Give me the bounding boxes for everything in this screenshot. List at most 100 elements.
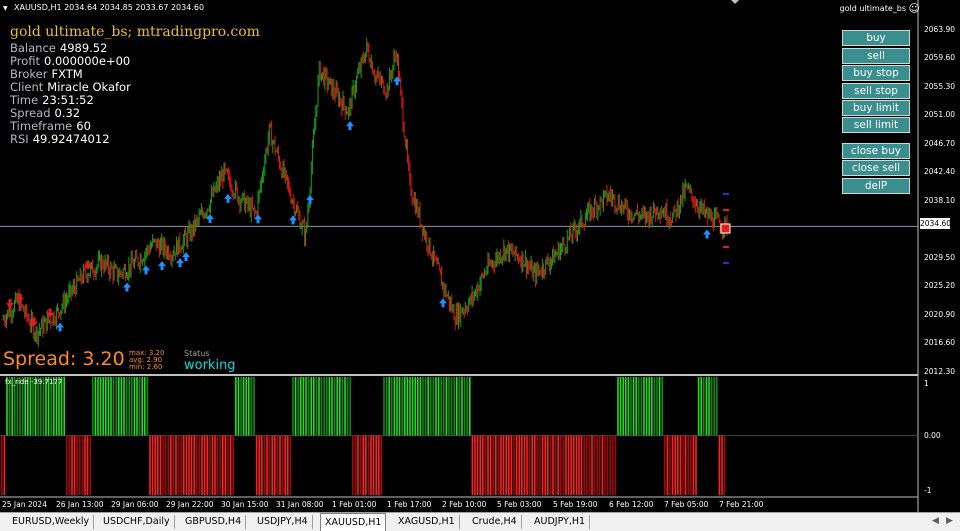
indicator-bar — [315, 377, 318, 436]
indicator-bar — [674, 435, 676, 495]
indicator-bar — [144, 377, 146, 436]
indicator-bar — [658, 377, 661, 436]
indicator-bar — [461, 377, 463, 436]
indicator-bar — [479, 435, 481, 495]
buy-stop-button[interactable]: buy stop — [842, 65, 910, 81]
indicator-bar — [157, 435, 159, 495]
indicator-bar — [526, 435, 528, 495]
indicator-bar — [133, 377, 136, 436]
indicator-bar — [614, 435, 617, 495]
indicator-bar — [599, 435, 601, 495]
indicator-bar — [305, 377, 307, 436]
date-tick: 1 Feb 01:00 — [332, 500, 377, 509]
indicator-bar — [541, 435, 544, 495]
date-tick: 31 Jan 08:00 — [276, 500, 324, 509]
date-tick: 29 Jan 06:00 — [111, 500, 159, 509]
indicator-bar — [534, 435, 536, 495]
indicator-bar — [81, 435, 84, 495]
date-tick: 7 Feb 05:00 — [664, 500, 709, 509]
indicator-bar — [237, 377, 240, 436]
indicator-bar — [656, 377, 658, 436]
buy-button[interactable]: buy — [842, 30, 910, 46]
indicator-bar — [393, 377, 396, 436]
indicator-bar — [417, 377, 419, 436]
tab-eurusd-weekly[interactable]: EURUSD,Weekly — [8, 515, 95, 529]
indicator-bar — [409, 377, 411, 436]
tab-scroll-left-icon[interactable]: ◀ — [932, 516, 939, 526]
status-value: working — [184, 358, 236, 373]
indicator-bar — [248, 377, 250, 436]
indicator-bar — [450, 377, 453, 436]
indicator-bar — [3, 435, 6, 495]
buy-arrow-icon — [306, 195, 314, 205]
indicator-bar — [682, 435, 684, 495]
price-tick: 2042.40 — [924, 167, 956, 176]
indicator-bar — [716, 377, 718, 436]
price-tick: 2059.60 — [924, 53, 956, 62]
indicator-bar — [289, 435, 292, 495]
signal-arrows-layer — [6, 76, 711, 332]
indicator-bar — [349, 377, 351, 436]
indicator-bar — [276, 435, 279, 495]
indicator-bar — [588, 435, 591, 495]
indicator-bar — [414, 377, 416, 436]
tab-xauusd-h1[interactable]: XAUUSD,H1 — [320, 513, 387, 531]
indicator-bar — [695, 435, 697, 495]
indicator-bar — [97, 377, 99, 436]
indicator-bar — [224, 435, 227, 495]
chart-canvas[interactable] — [0, 0, 960, 512]
tab-scroll-right-icon[interactable]: ▶ — [946, 516, 953, 526]
delp-button[interactable]: delP — [842, 178, 910, 194]
tab-xagusd-h1[interactable]: XAGUSD,H1 — [394, 515, 460, 529]
indicator-bar — [445, 377, 448, 436]
indicator-bar — [645, 377, 648, 436]
indicator-bar — [505, 435, 507, 495]
chart-shift-marker-icon[interactable] — [731, 0, 739, 4]
smiley-icon[interactable]: ☺ — [909, 2, 920, 15]
indicator-bar — [544, 435, 546, 495]
tab-usdjpy-h4[interactable]: USDJPY,H4 — [253, 515, 313, 529]
status-label: Status — [184, 349, 210, 358]
sell-button[interactable]: sell — [842, 48, 910, 64]
indicator-bar — [666, 435, 669, 495]
indicator-bar — [458, 377, 461, 436]
indicator-bar — [99, 377, 102, 436]
tab-usdchf-daily[interactable]: USDCHF,Daily — [99, 515, 175, 529]
indicator-bar — [391, 377, 393, 436]
indicator-bar — [406, 377, 409, 436]
spread-min: min: 2.60 — [129, 363, 163, 371]
indicator-bar — [292, 377, 294, 436]
date-tick: 26 Jan 13:00 — [56, 500, 104, 509]
buy-limit-button[interactable]: buy limit — [842, 100, 910, 116]
indicator-bar — [367, 435, 370, 495]
indicator-bar — [549, 435, 552, 495]
date-tick: 29 Jan 22:00 — [166, 500, 214, 509]
buy-arrow-icon — [176, 258, 184, 268]
indicator-bar — [300, 377, 302, 436]
indicator-bar — [419, 377, 422, 436]
sell-limit-button[interactable]: sell limit — [842, 117, 910, 133]
sell-stop-button[interactable]: sell stop — [842, 83, 910, 99]
indicator-bar — [170, 435, 172, 495]
indicator-bar — [690, 435, 692, 495]
tab-crude-h4[interactable]: Crude,H4 — [468, 515, 522, 529]
indicator-bar — [547, 435, 549, 495]
indicator-bar — [118, 377, 120, 436]
indicator-bar — [539, 435, 541, 495]
close-sell-button[interactable]: close sell — [842, 160, 910, 176]
indicator-bar — [401, 377, 403, 436]
indicator-bar — [76, 435, 78, 495]
indicator-bar — [523, 435, 526, 495]
tab-audjpy-h1[interactable]: AUDJPY,H1 — [530, 515, 591, 529]
indicator-bar — [89, 435, 91, 495]
indicator-bar — [476, 435, 479, 495]
indicator-bar — [396, 377, 398, 436]
close-buy-button[interactable]: close buy — [842, 143, 910, 159]
order-level-markers — [720, 193, 731, 264]
indicator-bar — [651, 377, 653, 436]
tab-gbpusd-h4[interactable]: GBPUSD,H4 — [181, 515, 247, 529]
indicator-bar — [107, 377, 110, 436]
indicator-bar — [521, 435, 523, 495]
indicator-bar — [463, 377, 466, 436]
indicator-bar — [671, 435, 674, 495]
